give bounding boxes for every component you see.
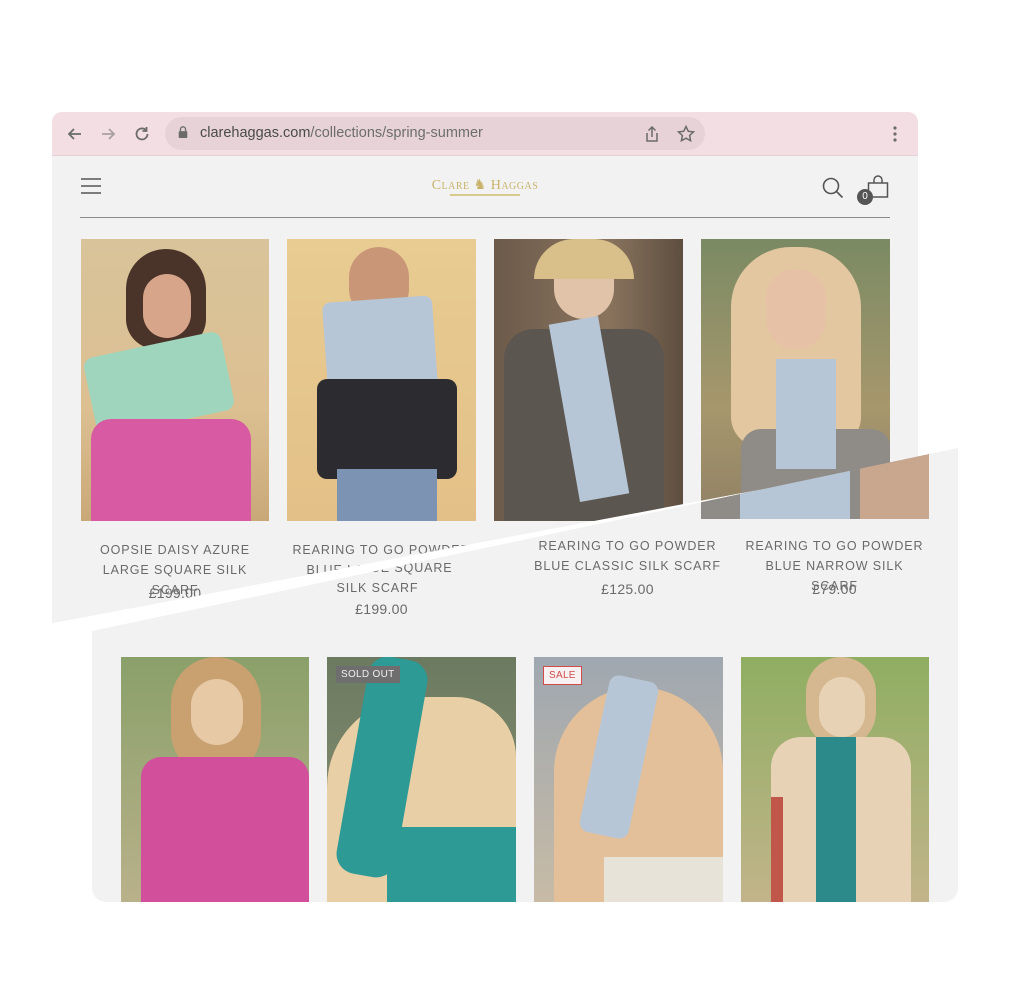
kebab-menu-icon[interactable] [885, 124, 905, 144]
site-header: Clare ♞ Haggas 0 [80, 155, 890, 218]
cart-count-badge: 0 [857, 189, 873, 205]
url-domain: clarehaggas.com [200, 125, 311, 141]
product-image[interactable]: SALE [534, 657, 723, 902]
hamburger-menu-icon[interactable] [81, 177, 101, 195]
product-price: £199.00 [355, 601, 408, 617]
sale-badge: SALE [543, 666, 582, 685]
browser-toolbar: clarehaggas.com/collections/spring-summe… [52, 112, 918, 156]
product-image[interactable]: SOLD OUT [327, 657, 516, 902]
search-icon[interactable] [822, 177, 844, 199]
url-path: /collections/spring-summer [310, 125, 483, 141]
product-image[interactable] [121, 657, 309, 902]
product-image[interactable] [287, 239, 476, 521]
forward-arrow-icon[interactable] [98, 124, 118, 144]
lock-icon [177, 125, 191, 141]
product-title[interactable]: REARING TO GO POWDER BLUE CLASSIC SILK S… [533, 536, 722, 576]
share-icon[interactable] [642, 124, 662, 144]
address-bar[interactable]: clarehaggas.com/collections/spring-summe… [165, 117, 705, 150]
site-logo[interactable]: Clare ♞ Haggas [422, 177, 548, 194]
star-icon[interactable] [676, 124, 696, 144]
product-price: £199.00 [148, 585, 202, 601]
reload-icon[interactable] [132, 124, 152, 144]
logo-tagline-line [450, 194, 520, 196]
product-price: £125.00 [601, 581, 654, 597]
product-image[interactable] [81, 239, 269, 521]
back-arrow-icon[interactable] [65, 124, 85, 144]
product-image[interactable] [494, 239, 683, 521]
sold-out-badge: SOLD OUT [336, 666, 400, 683]
url-text: clarehaggas.com/collections/spring-summe… [200, 125, 483, 141]
product-price: £79.00 [812, 581, 857, 597]
product-image[interactable] [741, 657, 929, 902]
